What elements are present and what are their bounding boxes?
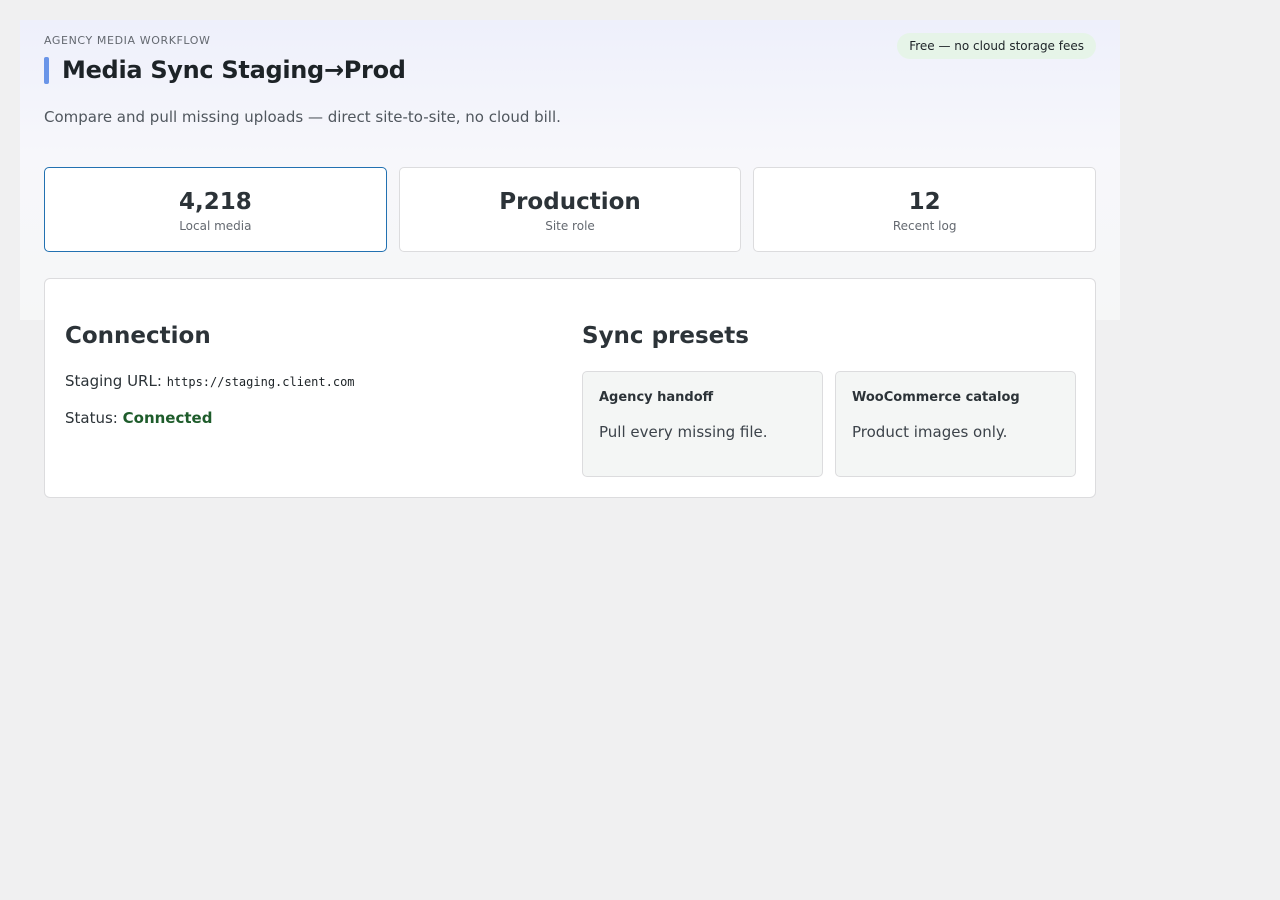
stat-card-local-media[interactable]: 4,218 Local media [44,167,387,252]
stat-value: 4,218 [178,189,252,215]
title-accent-bar [44,56,49,84]
status-row: Status: Connected [65,408,545,428]
stat-card-recent-log[interactable]: 12 Recent log [753,167,1097,252]
pricing-badge: Free — no cloud storage fees [897,33,1096,59]
status-label: Status: [65,409,118,427]
stat-label: Recent log [892,219,957,233]
stat-label: Site role [545,219,595,233]
preset-card-agency-handoff[interactable]: Agency handoff Pull every missing file. [582,371,823,477]
stat-value: Production [499,189,641,215]
sync-presets-heading: Sync presets [582,323,749,349]
title-row: Media Sync Staging→Prod [44,56,406,84]
preset-name: Agency handoff [599,390,714,405]
page-title: Media Sync Staging→Prod [62,56,406,84]
stat-card-site-role[interactable]: Production Site role [398,167,742,252]
stats-row: 4,218 Local media Production Site role 1… [44,167,1097,252]
page-subtitle: Compare and pull missing uploads — direc… [44,108,561,126]
preset-description: Pull every missing file. [599,423,768,441]
staging-url-label: Staging URL: [65,372,162,390]
connection-section: Connection Staging URL: https://staging.… [65,321,545,428]
eyebrow-label: AGENCY MEDIA WORKFLOW [44,34,211,47]
stat-value: 12 [908,189,941,215]
connection-heading: Connection [65,323,211,349]
stat-label: Local media [179,219,252,233]
preset-name: WooCommerce catalog [852,390,1020,405]
staging-url-value: https://staging.client.com [166,375,355,389]
preset-description: Product images only. [852,423,1008,441]
preset-card-woocommerce-catalog[interactable]: WooCommerce catalog Product images only. [835,371,1076,477]
main-panel: Connection Staging URL: https://staging.… [44,278,1096,498]
presets-list: Agency handoff Pull every missing file. … [582,371,1076,477]
status-value: Connected [122,409,213,427]
sync-presets-section: Sync presets Agency handoff Pull every m… [582,321,1076,477]
staging-url-row: Staging URL: https://staging.client.com [65,371,545,392]
